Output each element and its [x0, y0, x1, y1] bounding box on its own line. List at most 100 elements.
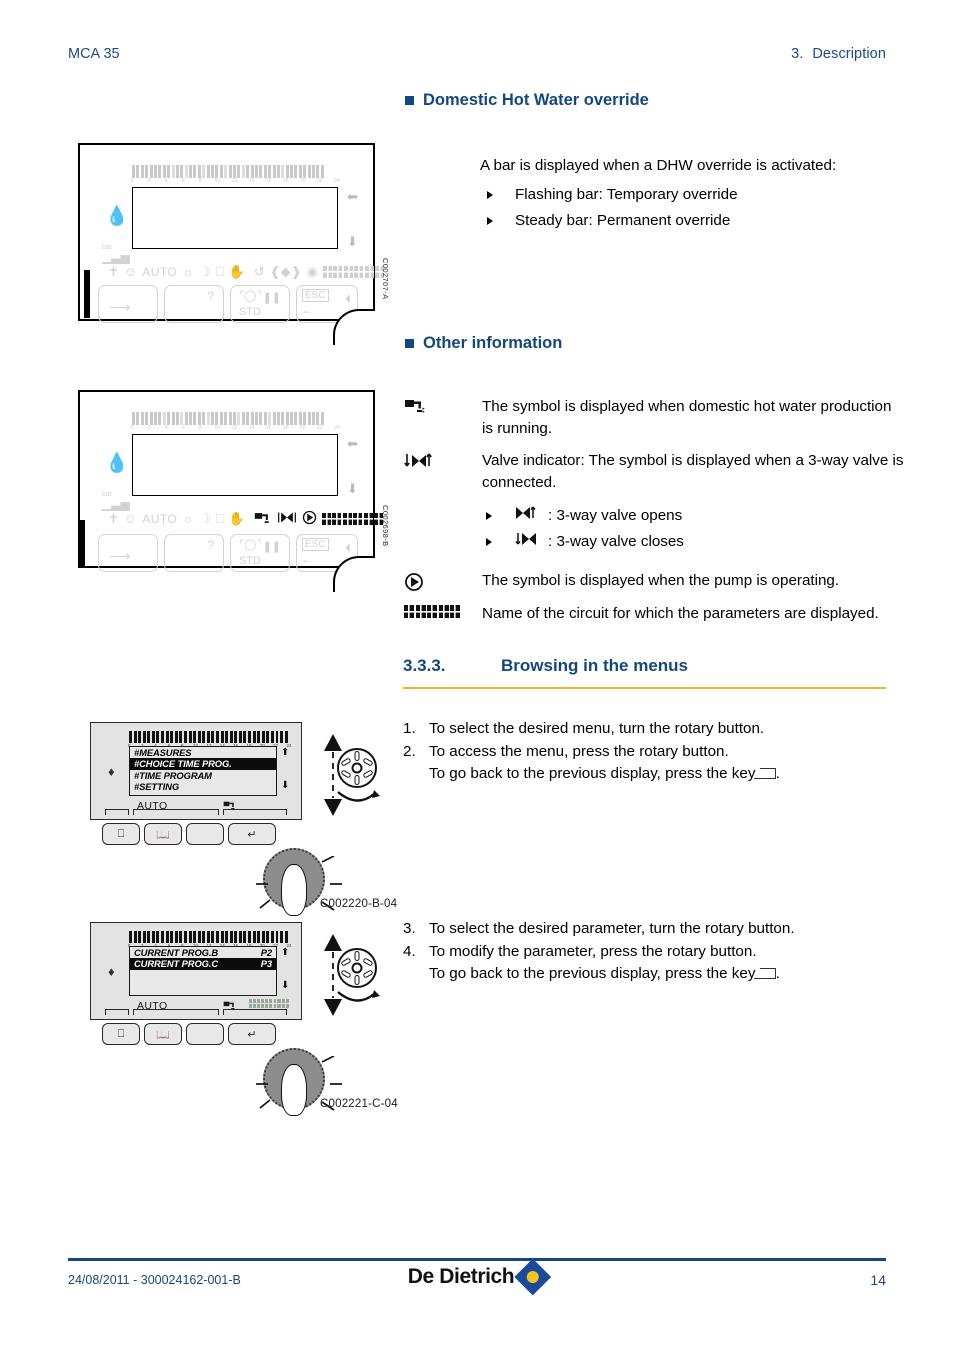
knob-press-rays — [250, 855, 342, 931]
parameter-value: P2 — [260, 947, 272, 958]
figure-ref-code: C002707-A — [381, 258, 390, 300]
valve-close-icon — [514, 531, 548, 554]
help-button[interactable]: ? — [164, 285, 224, 323]
menu-item[interactable]: #SETTING — [130, 781, 276, 792]
heading-other-information: Other information — [405, 334, 562, 353]
pump-icon: ◉ — [306, 264, 318, 279]
bracket-left — [105, 809, 129, 815]
valve-open-icon — [514, 505, 548, 528]
knob-press-rays — [250, 1055, 342, 1131]
figure-control-panel-other: 0 2 4 6 8 10 12 14 16 18 20 22 24 💧 bar ▁… — [78, 390, 384, 592]
bracket-mid — [133, 809, 219, 815]
menu-item-label: #SETTING — [134, 781, 180, 793]
list-item-label: : 3-way valve opens — [548, 507, 683, 525]
square-bullet-icon — [405, 96, 414, 105]
back-key-icon — [753, 767, 776, 780]
pages-button[interactable]: ⎕ — [102, 1023, 140, 1045]
figure-ref-code: C002221-C-04 — [320, 1098, 398, 1110]
rotate-arrow-icon — [334, 988, 380, 1011]
rotate-arrow-icon — [334, 788, 380, 811]
parameter-item[interactable]: CURRENT PROG.B P2 — [130, 947, 276, 958]
hand-icon: ✋ — [228, 511, 245, 526]
segment-block — [354, 265, 364, 278]
legend-entry-text: The symbol is displayed when domestic ho… — [482, 398, 892, 437]
pressure-gauge-icon: bar ▁▃▅ — [102, 244, 130, 264]
menu-list[interactable]: #MEASURES #CHOICE TIME PROG. #TIME PROGR… — [129, 746, 277, 796]
step-item: 1. To select the desired menu, turn the … — [403, 718, 873, 740]
std-button[interactable]: ⌜◯⌝ STD ❚❚ — [230, 285, 290, 323]
heading-dhw-override-text: Domestic Hot Water override — [423, 91, 649, 109]
figure-control-panel-dhw: 0 2 4 6 8 10 12 14 16 18 20 22 24 💧 bar ▁… — [78, 143, 385, 345]
menu-item[interactable]: #TIME PROGRAM — [130, 770, 276, 781]
step-number: 3. — [403, 920, 416, 937]
panel-button-row: ⟶ ? ⌜◯⌝ STD ❚❚ ESC ⏴ ← — [98, 534, 358, 572]
header-product-name: MCA 35 — [68, 46, 120, 62]
segment-block — [322, 265, 332, 278]
bracket-right — [223, 809, 287, 815]
valve-icon: ❰◆❱ — [269, 264, 302, 279]
heading-dhw-override: Domestic Hot Water override — [405, 91, 649, 110]
header-section-number: 3. — [791, 46, 804, 62]
parameter-item-selected[interactable]: CURRENT PROG.C P3 — [130, 958, 276, 970]
side-indicator-bar — [84, 270, 90, 318]
side-indicator-bar — [80, 520, 85, 566]
rotary-dial-icon — [337, 748, 377, 788]
arrow-right-button[interactable]: ⟶ — [98, 534, 158, 572]
list-item: Steady bar: Permanent override — [487, 210, 907, 233]
figure-ref-code: C002698-B — [381, 505, 390, 547]
list-item: : 3-way valve closes — [486, 531, 886, 554]
square-bullet-icon — [405, 339, 414, 348]
book-button[interactable]: 📖 — [144, 1023, 182, 1045]
list-item: Flashing bar: Temporary override — [487, 184, 907, 207]
symbol-legend: The symbol is displayed when domestic ho… — [404, 396, 904, 635]
menu-item-selected[interactable]: #CHOICE TIME PROG. — [130, 758, 276, 770]
enter-back-button[interactable]: ↵ — [228, 823, 276, 845]
segment-block — [332, 512, 342, 525]
figure-menu-display-2: 0 2 4 6 8 10 12 14 16 18 20 22 24 CURREN… — [90, 922, 302, 1020]
lcd-screen — [132, 434, 338, 496]
tap-icon — [404, 396, 482, 416]
std-button[interactable]: ⌜◯⌝ STD ❚❚ — [230, 534, 290, 572]
segment-block — [364, 265, 374, 278]
step-text: To select the desired parameter, turn th… — [429, 920, 795, 937]
bracket-right — [223, 1009, 287, 1015]
legend-entry-valve: Valve indicator: The symbol is displayed… — [404, 450, 904, 493]
valve-icon — [404, 450, 482, 470]
pages-button[interactable]: ⎕ — [102, 823, 140, 845]
valve-sub-list: : 3-way valve opens : 3-way valve closes — [486, 505, 886, 554]
blank-button[interactable] — [186, 1023, 224, 1045]
diamond-logo-icon — [514, 1258, 552, 1296]
menu-item[interactable]: #MEASURES — [130, 747, 276, 758]
menu-item-label: #CHOICE TIME PROG. — [134, 758, 232, 770]
triangle-bullet-icon — [487, 191, 493, 199]
parameter-value: P3 — [260, 958, 272, 970]
page-header: MCA 35 3. Description — [68, 46, 886, 68]
tap-icon: ↺ — [253, 264, 265, 279]
scroll-down-icon: ⬇ — [281, 980, 290, 991]
arrow-right-button[interactable]: ⟶ — [98, 285, 158, 323]
menu-item[interactable]: #TIME .DAY — [130, 793, 276, 795]
header-section-title: Description — [812, 46, 886, 62]
legend-entry-dhw: The symbol is displayed when domestic ho… — [404, 396, 904, 439]
time-bar-ticks: 0 2 4 6 8 10 12 14 16 18 20 22 24 — [130, 178, 340, 184]
step-number: 4. — [403, 942, 416, 960]
moon-icon: ☽ — [199, 511, 211, 526]
time-bar: 0 2 4 6 8 10 12 14 16 18 20 22 24 — [131, 165, 340, 184]
book-button[interactable]: 📖 — [144, 823, 182, 845]
figure-menu-display-1: 0 2 4 6 8 10 12 14 16 18 20 22 24 #MEASU… — [90, 722, 302, 820]
dhw-override-list: Flashing bar: Temporary override Steady … — [487, 184, 907, 236]
antifreeze-icon: ✝ — [108, 511, 119, 526]
figure-ref-code: C002220-B-04 — [320, 898, 398, 910]
sun-icon: ☼ — [182, 264, 195, 279]
moon-icon: ☽ — [199, 264, 211, 279]
parameter-list[interactable]: CURRENT PROG.B P2 CURRENT PROG.C P3 — [129, 946, 277, 996]
auto-mode-label: AUTO — [142, 264, 178, 279]
blank-button[interactable] — [186, 823, 224, 845]
segment-name-icon — [404, 603, 482, 618]
help-button[interactable]: ? — [164, 534, 224, 572]
time-bar-ticks: 0 2 4 6 8 10 12 14 16 18 20 22 24 — [130, 425, 340, 431]
time-bar: 0 2 4 6 8 10 12 14 16 18 20 22 24 — [128, 931, 292, 948]
heading-browsing-number: 3.3.3. — [403, 656, 446, 675]
enter-back-button[interactable]: ↵ — [228, 1023, 276, 1045]
rotary-dial-icon — [337, 948, 377, 988]
